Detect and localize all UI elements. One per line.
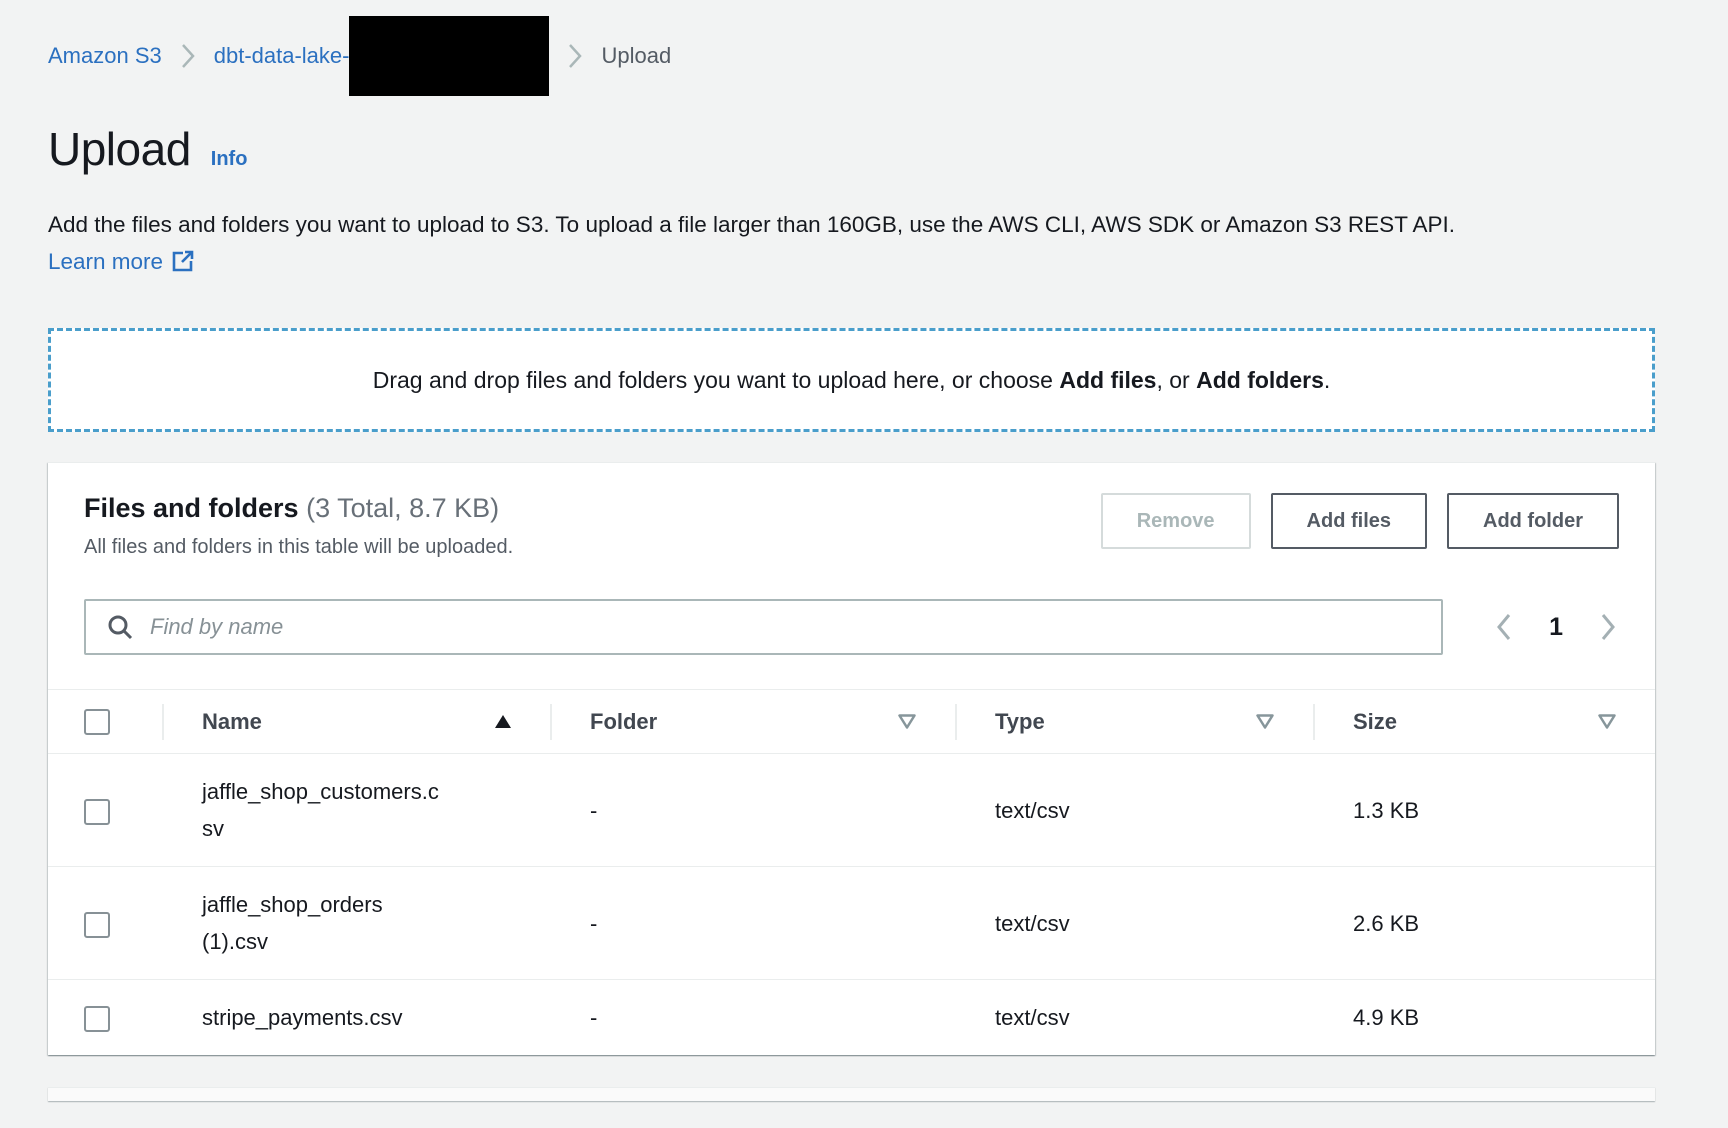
row-checkbox[interactable] [84,799,110,825]
sort-toggle-icon [1597,713,1617,730]
external-link-icon [171,249,195,273]
breadcrumb-amazon-s3[interactable]: Amazon S3 [48,43,162,69]
drop-text-add-folders: Add folders [1196,367,1324,393]
next-section-panel [48,1087,1655,1101]
file-size: 4.9 KB [1313,980,1655,1056]
drop-text-separator: , or [1156,367,1196,393]
upload-page: Amazon S3 dbt-data-lake- Upload Upload I… [48,0,1655,1101]
search-row: 1 [48,559,1655,655]
search-icon [106,613,134,641]
page-title: Upload [48,122,191,176]
drop-text-prefix: Drag and drop files and folders you want… [373,367,1060,393]
file-type: text/csv [955,754,1313,867]
pagination: 1 [1493,611,1619,643]
breadcrumb-bucket[interactable]: dbt-data-lake- [214,16,550,96]
drop-text-add-files: Add files [1059,367,1156,393]
file-folder: - [550,867,955,980]
file-type: text/csv [955,980,1313,1056]
file-name: stripe_payments.csv [202,999,447,1036]
column-label: Type [995,709,1045,735]
page-description: Add the files and folders you want to up… [48,206,1538,280]
panel-title-label: Files and folders [84,493,299,523]
chevron-right-icon [180,42,196,70]
chevron-left-icon [1493,611,1515,643]
file-folder: - [550,754,955,867]
files-and-folders-panel: Files and folders (3 Total, 8.7 KB) All … [48,462,1655,1055]
panel-actions: Remove Add files Add folder [1101,493,1619,549]
table-row: jaffle_shop_orders (1).csv - text/csv 2.… [48,867,1655,980]
title-row: Upload Info [48,122,1655,176]
info-link[interactable]: Info [211,148,248,171]
table-row: stripe_payments.csv - text/csv 4.9 KB [48,980,1655,1056]
column-header-folder[interactable]: Folder [550,690,955,754]
select-all-checkbox[interactable] [84,709,110,735]
file-size: 1.3 KB [1313,754,1655,867]
breadcrumb: Amazon S3 dbt-data-lake- Upload [48,0,1655,96]
column-label: Size [1353,709,1397,735]
add-folder-button[interactable]: Add folder [1447,493,1619,549]
breadcrumb-current-upload: Upload [601,43,671,69]
file-folder: - [550,980,955,1056]
remove-button[interactable]: Remove [1101,493,1251,549]
breadcrumb-bucket-label[interactable]: dbt-data-lake- [214,43,350,69]
panel-count-summary: (3 Total, 8.7 KB) [306,493,499,523]
redacted-bucket-name [349,16,549,96]
column-label: Folder [590,709,657,735]
search-box[interactable] [84,599,1443,655]
row-checkbox[interactable] [84,912,110,938]
chevron-right-icon [1597,611,1619,643]
search-input[interactable] [150,614,1421,640]
add-files-button[interactable]: Add files [1271,493,1427,549]
column-header-type[interactable]: Type [955,690,1313,754]
chevron-right-icon [567,42,583,70]
table-header-row: Name Folder Type [48,690,1655,754]
file-name: jaffle_shop_customers.csv [202,773,447,847]
column-label: Name [202,709,262,735]
current-page-number[interactable]: 1 [1549,613,1563,642]
select-all-header [48,690,162,754]
row-checkbox[interactable] [84,1006,110,1032]
learn-more-link[interactable]: Learn more [48,249,195,274]
drop-text-suffix: . [1324,367,1330,393]
file-type: text/csv [955,867,1313,980]
panel-subtitle: All files and folders in this table will… [84,536,513,559]
files-table: Name Folder Type [48,689,1655,1055]
previous-page-button[interactable] [1493,611,1515,643]
column-header-name[interactable]: Name [162,690,550,754]
panel-header: Files and folders (3 Total, 8.7 KB) All … [48,463,1655,559]
column-header-size[interactable]: Size [1313,690,1655,754]
table-row: jaffle_shop_customers.csv - text/csv 1.3… [48,754,1655,867]
sort-toggle-icon [897,713,917,730]
next-page-button[interactable] [1597,611,1619,643]
file-name: jaffle_shop_orders (1).csv [202,886,447,960]
file-size: 2.6 KB [1313,867,1655,980]
drop-zone-text: Drag and drop files and folders you want… [373,367,1331,394]
panel-title: Files and folders (3 Total, 8.7 KB) [84,493,513,524]
description-text: Add the files and folders you want to up… [48,212,1455,237]
drag-drop-zone[interactable]: Drag and drop files and folders you want… [48,328,1655,432]
panel-header-text: Files and folders (3 Total, 8.7 KB) All … [84,493,513,559]
sort-ascending-icon [494,714,512,729]
sort-toggle-icon [1255,713,1275,730]
learn-more-label: Learn more [48,249,163,274]
